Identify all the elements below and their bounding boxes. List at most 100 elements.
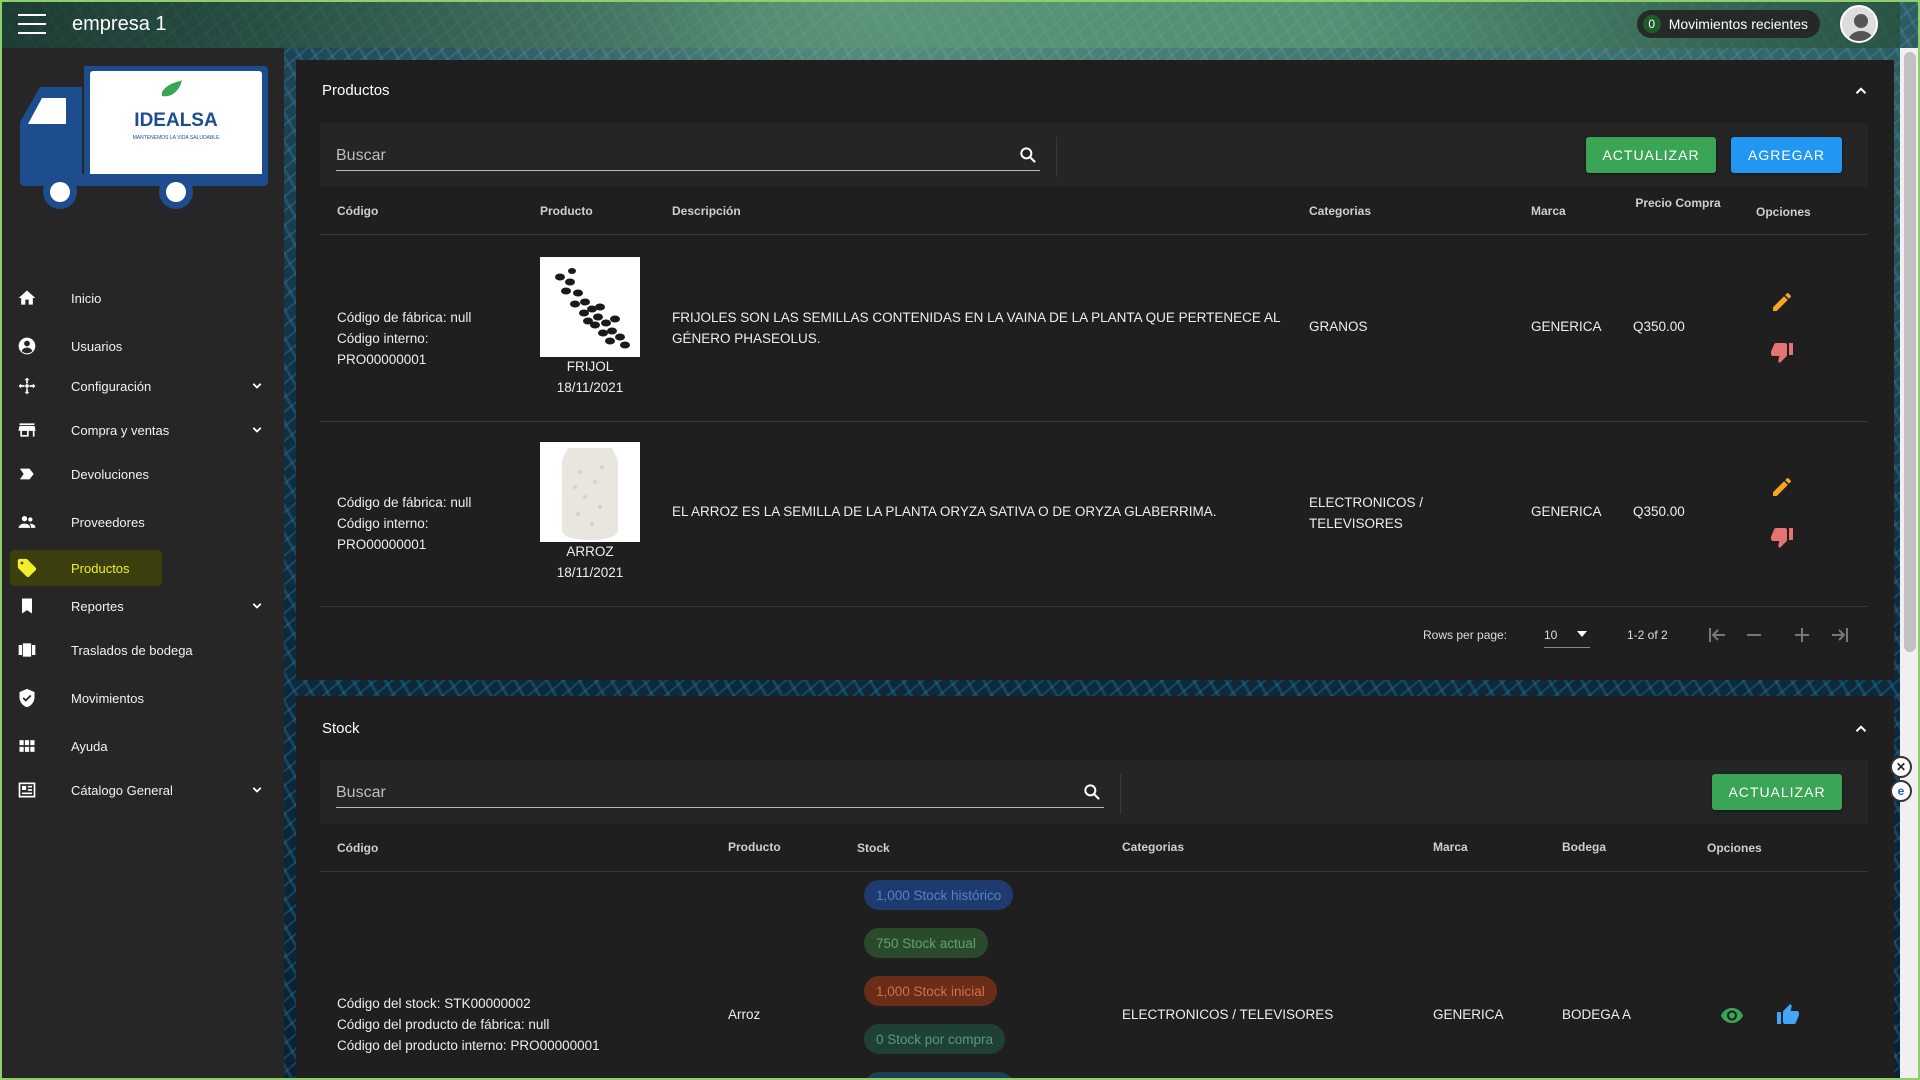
close-circle-icon[interactable]: ✕ xyxy=(1890,756,1912,778)
last-page-icon[interactable] xyxy=(1828,623,1852,647)
thumb-down-icon[interactable] xyxy=(1770,525,1794,549)
user-avatar[interactable] xyxy=(1840,5,1878,43)
productos-toolbar: ACTUALIZAR AGREGAR xyxy=(320,123,1868,187)
chevron-up-icon[interactable] xyxy=(1852,720,1870,738)
producto-date: 18/11/2021 xyxy=(556,380,624,395)
extension-e-icon[interactable]: e xyxy=(1890,780,1912,802)
toolbar-divider xyxy=(1120,774,1121,814)
sidebar-item-traslados[interactable]: Traslados de bodega xyxy=(2,628,284,672)
col-header-codigo[interactable]: Código xyxy=(337,841,378,855)
recent-movements-button[interactable]: 0 Movimientos recientes xyxy=(1636,10,1820,38)
codigo-interno-label: Código interno: xyxy=(337,516,429,531)
categoria-cell: GRANOS xyxy=(1309,319,1368,334)
top-app-bar: empresa 1 0 Movimientos recientes xyxy=(0,0,1900,48)
scrollbar-thumb[interactable] xyxy=(1904,52,1916,652)
sidebar-nav: Inicio Usuarios Configuración Compra y v… xyxy=(2,276,284,804)
chip-stock-inicial: 1,000 Stock inicial xyxy=(864,976,997,1006)
chevron-up-icon[interactable] xyxy=(1852,82,1870,100)
descripcion-cell: EL ARROZ ES LA SEMILLA DE LA PLANTA ORYZ… xyxy=(672,504,1217,519)
thumb-up-icon[interactable] xyxy=(1776,1003,1800,1027)
recent-count-badge: 0 xyxy=(1642,15,1661,33)
chevron-down-icon[interactable] xyxy=(248,377,266,395)
sidebar-item-compra-ventas[interactable]: Compra y ventas xyxy=(2,408,284,452)
productos-add-button[interactable]: AGREGAR xyxy=(1731,137,1842,173)
chevron-down-icon[interactable] xyxy=(248,597,266,615)
col-header-stock[interactable]: Stock xyxy=(857,841,890,855)
col-header-codigo[interactable]: Código xyxy=(337,204,378,218)
sidebar-item-movimientos[interactable]: Movimientos xyxy=(2,676,284,720)
sidebar-item-devoluciones[interactable]: Devoluciones xyxy=(2,452,284,496)
stock-marca-cell: GENERICA xyxy=(1433,1007,1504,1022)
stock-update-button[interactable]: ACTUALIZAR xyxy=(1712,774,1842,810)
chevron-down-icon[interactable] xyxy=(248,421,266,439)
table-divider xyxy=(320,606,1868,607)
producto-name: FRIJOL xyxy=(566,359,614,374)
codigo-fabrica: Código de fábrica: null xyxy=(337,495,472,510)
rows-per-page-select[interactable]: 10 xyxy=(1544,620,1590,648)
codigo-interno: PRO00000001 xyxy=(337,352,427,367)
recent-movements-label: Movimientos recientes xyxy=(1668,16,1808,32)
stock-search-input[interactable] xyxy=(336,774,1104,806)
codigo-stock: Código del stock: STK00000002 xyxy=(337,996,531,1011)
sidebar-item-inicio[interactable]: Inicio xyxy=(2,276,284,320)
col-header-producto[interactable]: Producto xyxy=(540,204,593,218)
logo-tagline-text: MANTENEMOS LA VIDA SALUDABLE xyxy=(133,135,220,141)
productos-panel: Productos ACTUALIZAR AGREGAR Código Prod… xyxy=(296,60,1894,680)
chip-stock-actual: 750 Stock actual xyxy=(864,928,988,958)
productos-update-button[interactable]: ACTUALIZAR xyxy=(1586,137,1716,173)
shield-check-icon xyxy=(16,687,38,709)
first-page-icon[interactable] xyxy=(1705,623,1729,647)
logo-brand-text: IDEALSA xyxy=(134,110,218,131)
search-icon[interactable] xyxy=(1082,782,1102,802)
sidebar-item-label: Cátalogo General xyxy=(71,782,173,798)
productos-search-input[interactable] xyxy=(336,137,1040,169)
search-icon[interactable] xyxy=(1018,145,1038,165)
thumb-down-icon[interactable] xyxy=(1770,340,1794,364)
col-header-marca[interactable]: Marca xyxy=(1531,204,1566,218)
col-header-descripcion[interactable]: Descripción xyxy=(672,204,741,218)
codigo-cell: Código de fábrica: null Código interno: … xyxy=(337,307,471,370)
label-arrow-icon xyxy=(16,463,38,485)
col-header-bodega[interactable]: Bodega xyxy=(1562,840,1606,854)
productos-search xyxy=(336,137,1040,171)
sidebar-item-label: Devoluciones xyxy=(71,466,150,482)
grid-icon xyxy=(16,735,38,757)
eye-icon[interactable] xyxy=(1720,1003,1744,1027)
categoria-cell: ELECTRONICOS / TELEVISORES xyxy=(1309,495,1424,531)
sidebar-item-configuracion[interactable]: Configuración xyxy=(2,364,284,408)
page-scrollbar[interactable] xyxy=(1900,48,1920,1078)
hamburger-menu-icon[interactable] xyxy=(18,14,46,34)
people-icon xyxy=(16,511,38,533)
next-page-icon[interactable] xyxy=(1790,623,1814,647)
sidebar-item-label: Proveedores xyxy=(71,514,145,530)
sidebar-item-label: Usuarios xyxy=(71,338,123,354)
sidebar: IDEALSA MANTENEMOS LA VIDA SALUDABLE Ini… xyxy=(2,48,284,1078)
codigo-interno: Código del producto interno: PRO00000001 xyxy=(337,1038,600,1053)
col-header-marca[interactable]: Marca xyxy=(1433,840,1468,854)
descripcion-cell: FRIJOLES SON LAS SEMILLAS CONTENIDAS EN … xyxy=(672,310,1280,346)
bookmark-icon xyxy=(16,595,38,617)
col-header-precio[interactable]: Precio Compra xyxy=(1633,195,1723,211)
sidebar-item-catalogo-general[interactable]: Cátalogo General xyxy=(2,768,284,812)
col-header-opciones: Opciones xyxy=(1756,205,1811,219)
edit-pencil-icon[interactable] xyxy=(1770,290,1794,314)
rows-per-page-value: 10 xyxy=(1544,628,1558,642)
sidebar-item-label: Configuración xyxy=(71,378,152,394)
toolbar-divider xyxy=(1056,137,1057,177)
sidebar-item-usuarios[interactable]: Usuarios xyxy=(2,324,284,368)
store-icon xyxy=(16,419,38,441)
col-header-categorias[interactable]: Categorias xyxy=(1122,840,1184,854)
person-icon xyxy=(1847,14,1875,41)
table-divider xyxy=(320,871,1868,872)
sidebar-item-proveedores[interactable]: Proveedores xyxy=(2,500,284,544)
sidebar-item-reportes[interactable]: Reportes xyxy=(2,584,284,628)
edit-pencil-icon[interactable] xyxy=(1770,475,1794,499)
col-header-producto[interactable]: Producto xyxy=(728,840,781,854)
chip-stock-por-compra: 0 Stock por compra xyxy=(864,1024,1006,1054)
chevron-down-icon[interactable] xyxy=(248,781,266,799)
stock-bodega-cell: BODEGA A xyxy=(1562,1007,1632,1022)
col-header-categorias[interactable]: Categorias xyxy=(1309,204,1371,218)
previous-page-icon[interactable] xyxy=(1742,623,1766,647)
producto-date: 18/11/2021 xyxy=(556,565,624,580)
sidebar-item-ayuda[interactable]: Ayuda xyxy=(2,724,284,768)
